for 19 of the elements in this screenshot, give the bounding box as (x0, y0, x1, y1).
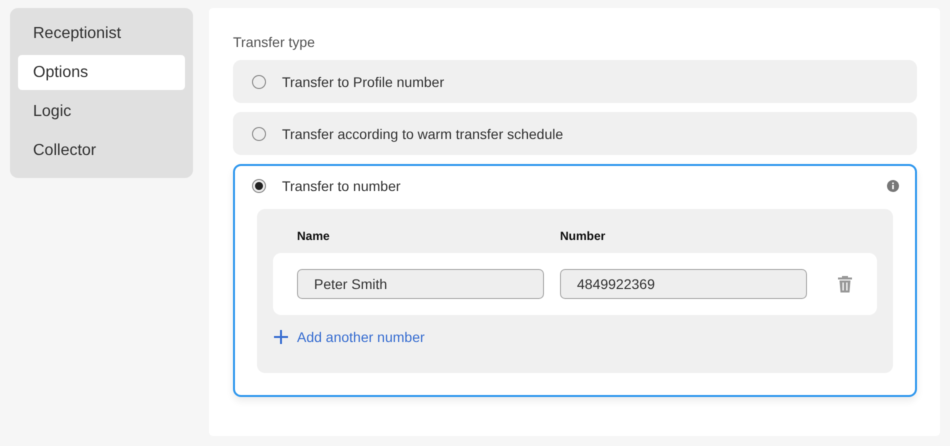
sidebar-item[interactable]: Collector (18, 133, 185, 168)
radio-button[interactable] (252, 178, 266, 192)
option-label: Transfer to number (282, 178, 401, 194)
info-icon[interactable] (887, 180, 899, 192)
sidebar-item[interactable]: Receptionist (18, 16, 185, 51)
add-number-link[interactable]: Add another number (273, 329, 425, 345)
radio-button[interactable] (252, 126, 266, 140)
trash-icon[interactable] (837, 275, 853, 293)
radio-button[interactable] (252, 74, 266, 88)
plus-icon (273, 329, 289, 345)
sidebar-item[interactable]: Options (18, 55, 185, 90)
name-field[interactable]: Peter Smith (297, 269, 544, 299)
option-label: Transfer according to warm transfer schedule (282, 126, 564, 142)
option-label: Transfer to Profile number (282, 74, 444, 90)
column-header: Name (297, 229, 331, 243)
section-label: Transfer type (233, 34, 315, 50)
column-header: Number (560, 229, 606, 243)
number-field[interactable]: 4849922369 (560, 269, 807, 299)
sidebar-item[interactable]: Logic (18, 94, 185, 129)
